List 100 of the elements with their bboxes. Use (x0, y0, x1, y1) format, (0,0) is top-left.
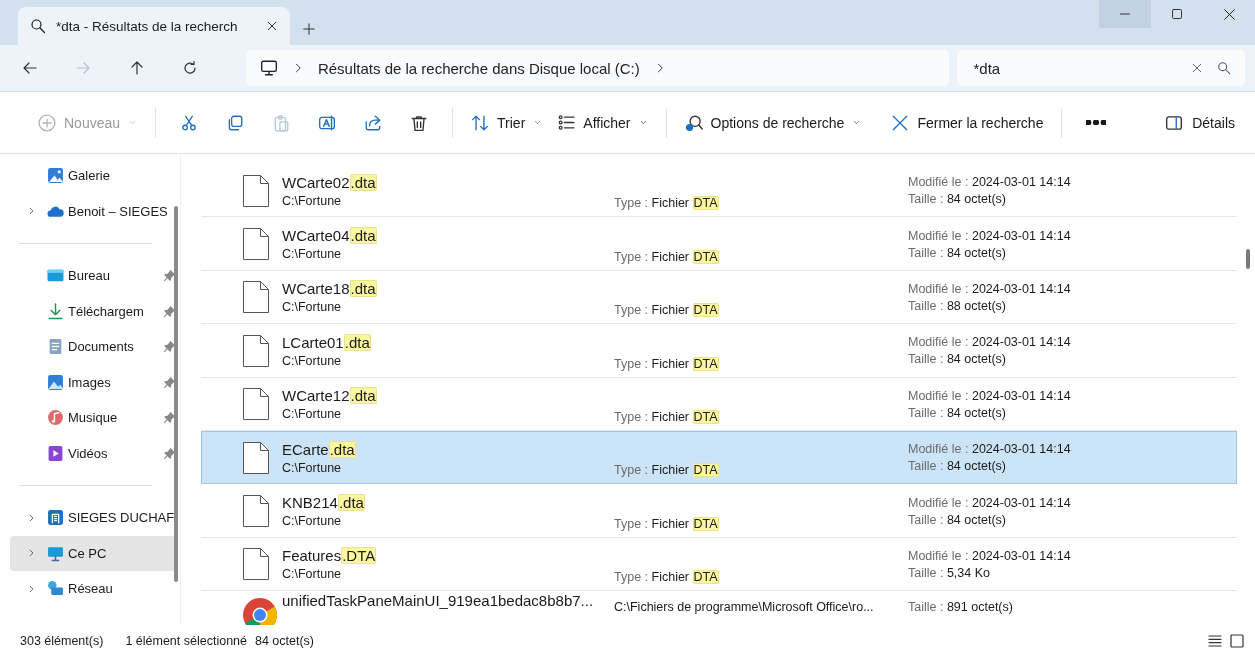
file-path: C:\Fortune (282, 460, 343, 475)
file-row[interactable]: WCarte02.dta C:\Fortune Type : Fichier DTA Modifié le : 2024-03-01 14:14 Taille : 84 octet(s) (201, 164, 1237, 218)
file-icon (242, 494, 270, 529)
file-name: WCarte12.dta (282, 387, 378, 405)
file-type: Type : Fichier DTA (614, 303, 720, 318)
file-name: unifiedTaskPaneMainUI_919ea1bedac8b8b7... (282, 592, 595, 610)
modified-date: Modifié le : 2024-03-01 14:14 (908, 175, 1072, 190)
close-icon (891, 113, 910, 132)
file-path: C:\Fichiers de programme\Microsoft Office\ro... (614, 600, 875, 615)
sidebar-item[interactable]: Musique (10, 400, 176, 436)
file-icon (242, 387, 270, 422)
building-icon (46, 509, 64, 527)
music-icon (46, 409, 64, 427)
caret-icon (852, 118, 862, 127)
address-bar[interactable]: Résultats de la recherche dans Disque local (C:) (245, 50, 950, 86)
view-button[interactable]: Afficher (550, 108, 656, 137)
caret-icon (533, 118, 543, 127)
file-path: C:\Fortune (282, 247, 343, 262)
file-size: Taille : 84 octet(s) (908, 405, 1007, 420)
file-type: Type : Fichier DTA (614, 409, 720, 424)
caret-icon (128, 118, 138, 127)
sort-icon (471, 113, 490, 132)
file-name: WCarte18.dta (282, 280, 378, 298)
file-row[interactable]: WCarte04.dta C:\Fortune Type : Fichier DTA Modifié le : 2024-03-01 14:14 Taille : 84 octet(s) (201, 217, 1237, 271)
address-path: Résultats de la recherche dans Disque local (C:) (317, 59, 640, 77)
modified-date: Modifié le : 2024-03-01 14:14 (908, 281, 1072, 296)
file-size: Taille : 88 octet(s) (908, 298, 1007, 313)
search-icon (30, 18, 46, 34)
selection-size: 84 octet(s) (255, 634, 315, 648)
file-path: C:\Fortune (282, 407, 343, 422)
modified-date: Modifié le : 2024-03-01 14:14 (908, 548, 1072, 563)
scissors-icon (180, 113, 199, 132)
file-row[interactable]: WCarte18.dta C:\Fortune Type : Fichier DTA Modifié le : 2024-03-01 14:14 Taille : 88 octet(s) (201, 270, 1237, 325)
search-options-button[interactable]: Options de recherche (676, 107, 870, 138)
sidebar-item[interactable]: Images (10, 364, 176, 400)
sidebar-item[interactable]: Bureau (10, 258, 176, 294)
file-size: Taille : 891 octet(s) (908, 600, 1014, 615)
refresh-icon (182, 60, 199, 76)
maximize-icon (1171, 8, 1183, 20)
sidebar-item[interactable]: Benoit – SIEGES (10, 193, 176, 229)
file-row[interactable]: KNB214.dta C:\Fortune Type : Fichier DTA Modifié le : 2024-03-01 14:14 Taille : 84 octet(s) (201, 484, 1237, 538)
file-name: ECarte.dta (282, 440, 357, 458)
file-type: Type : Fichier DTA (614, 570, 720, 585)
tiles-view-icon (1229, 633, 1245, 649)
more-icon (1086, 120, 1107, 125)
sidebar-item[interactable]: Téléchargem (10, 293, 176, 329)
file-size: Taille : 84 octet(s) (908, 352, 1007, 367)
search-gear-icon (684, 113, 703, 132)
file-row[interactable]: ECarte.dta C:\Fortune Type : Fichier DTA Modifié le : 2024-03-01 14:14 Taille : 84 octet(s) (201, 430, 1237, 485)
scrollbar-thumb[interactable] (174, 206, 178, 582)
modified-date: Modifié le : 2024-03-01 14:14 (908, 388, 1072, 403)
modified-date: Modifié le : 2024-03-01 14:14 (908, 442, 1072, 457)
close-icon (266, 20, 278, 32)
scrollbar-thumb[interactable] (1246, 249, 1250, 269)
sidebar-item[interactable]: Vidéos (10, 435, 176, 471)
file-row[interactable]: LCarte01.dta C:\Fortune Type : Fichier DTA Modifié le : 2024-03-01 14:14 Taille : 84 octet(s) (201, 324, 1237, 378)
file-size: Taille : 84 octet(s) (908, 459, 1007, 474)
sidebar-item[interactable]: Galerie (10, 158, 176, 194)
forward-icon (75, 60, 92, 76)
sidebar-item[interactable]: SIEGES DUCHAF (10, 500, 176, 536)
file-type: Type : Fichier DTA (614, 516, 720, 531)
item-count: 303 élément(s) (20, 634, 104, 648)
file-name: LCarte01.dta (282, 333, 372, 351)
sidebar-item[interactable]: Réseau (10, 571, 176, 607)
modified-date: Modifié le : 2024-03-01 14:14 (908, 228, 1072, 243)
back-icon (22, 60, 38, 76)
file-row[interactable]: Features.DTA C:\Fortune Type : Fichier DTA Modifié le : 2024-03-01 14:14 Taille : 5,34 Ko (201, 537, 1237, 592)
sidebar-item[interactable]: Ce PC (10, 535, 176, 571)
file-name: WCarte04.dta (282, 227, 378, 245)
details-button[interactable]: Détails (1156, 107, 1243, 138)
search-field[interactable]: *dta (971, 58, 1177, 78)
clear-icon (1191, 62, 1203, 74)
file-row[interactable]: WCarte12.dta C:\Fortune Type : Fichier DTA Modifié le : 2024-03-01 14:14 Taille : 84 octet(s) (201, 377, 1237, 431)
file-icon (242, 547, 270, 582)
plus-circle-icon (38, 113, 56, 132)
image-icon (46, 373, 64, 391)
modified-date: Modifié le : 2024-03-01 14:14 (908, 335, 1072, 350)
share-icon (364, 113, 383, 132)
monitor-icon (259, 59, 278, 77)
video-icon (46, 444, 64, 462)
browser-tab[interactable]: *dta - Résultats de la recherch (18, 7, 290, 45)
close-search-button[interactable]: Fermer la recherche (883, 107, 1052, 138)
sort-button[interactable]: Trier (463, 107, 551, 138)
file-name: KNB214.dta (282, 494, 366, 512)
file-path: C:\Fortune (282, 300, 343, 315)
file-path: C:\Fortune (282, 514, 343, 529)
file-icon (242, 227, 270, 262)
selection-count: 1 élément sélectionné (125, 634, 247, 648)
search-box[interactable]: *dta (957, 50, 1245, 86)
sidebar-item[interactable]: Documents (10, 329, 176, 365)
file-path: C:\Fortune (282, 193, 343, 208)
gallery-icon (46, 167, 64, 185)
file-size: Taille : 5,34 Ko (908, 565, 991, 580)
modified-date: Modifié le : 2024-03-01 14:14 (908, 495, 1072, 510)
file-icon (242, 173, 270, 208)
file-icon (242, 280, 270, 315)
caret-icon (638, 118, 648, 127)
file-type: Type : Fichier DTA (614, 249, 720, 264)
file-size: Taille : 84 octet(s) (908, 192, 1007, 207)
file-type: Type : Fichier DTA (614, 196, 720, 211)
